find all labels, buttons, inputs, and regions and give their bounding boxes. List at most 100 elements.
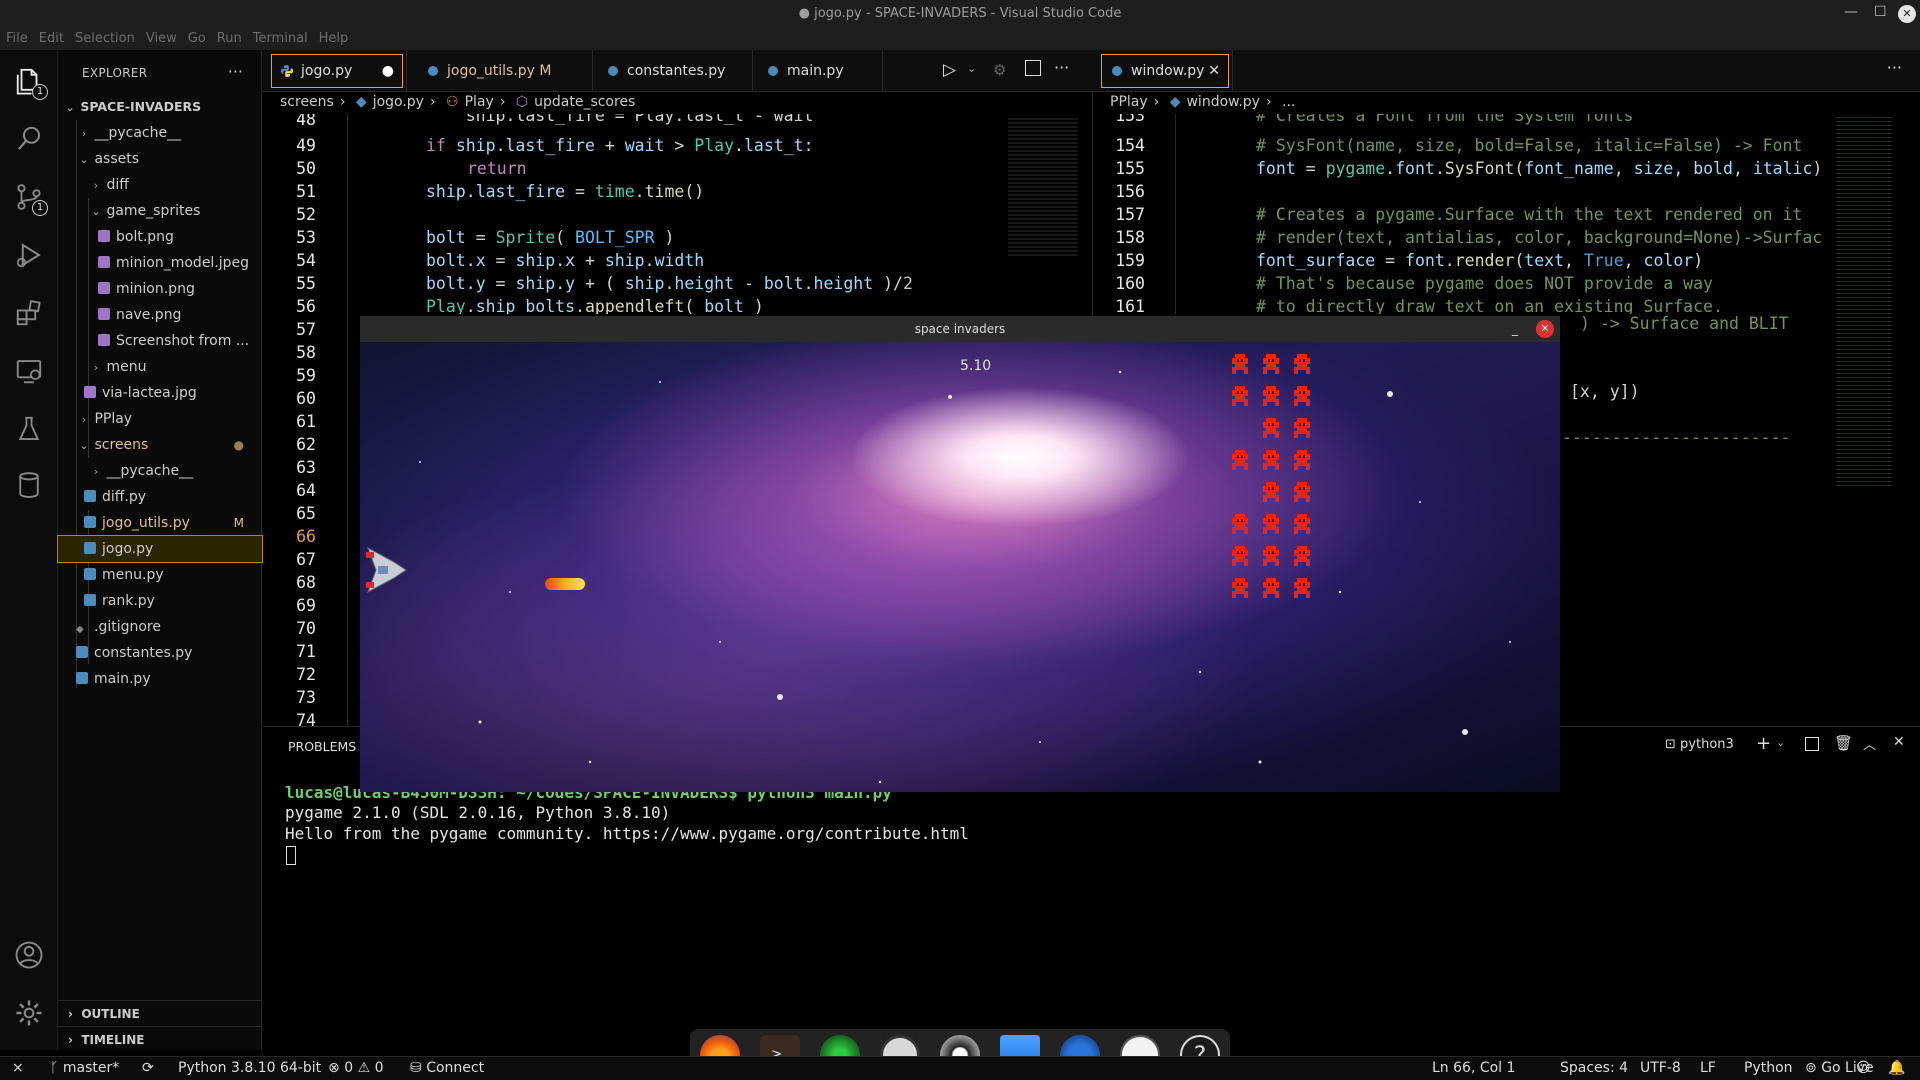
maximize-panel-icon[interactable]: ︿ [1863,734,1876,753]
more-actions-icon[interactable]: ··· [1054,58,1069,77]
testing-activity[interactable] [14,414,44,444]
game-window[interactable]: space invaders _ ✕ 5.10 [360,316,1560,792]
tree-item-file[interactable]: main.py [58,666,262,692]
chevron-down-icon[interactable]: ⌄ [1776,736,1785,749]
tree-item-file-selected[interactable]: jogo.py [57,535,263,563]
menu-edit[interactable]: Edit [33,28,69,46]
trash-icon[interactable]: 🗑 [1834,734,1853,752]
breadcrumb-item[interactable]: window.py [1186,94,1259,110]
tree-item-file[interactable]: bolt.png [58,224,262,250]
tree-item-file[interactable]: via-lactea.jpg [58,380,262,406]
close-button[interactable]: ✕ [1536,320,1554,338]
tree-item-file[interactable]: Screenshot from ... [58,328,262,354]
tree-item-folder[interactable]: › __pycache__ [58,120,262,146]
more-actions-icon[interactable]: ··· [1887,58,1902,77]
cursor-position[interactable]: Ln 66, Col 1 [1432,1060,1515,1076]
tree-item-folder[interactable]: › PPlay [58,406,262,432]
remote-indicator-icon[interactable]: ⨯ [12,1060,24,1076]
sync-icon[interactable]: ⟳ [142,1060,154,1076]
feedback-icon[interactable]: ☺ [1856,1060,1871,1076]
maximize-button[interactable]: ☐ [1874,4,1887,20]
explorer-more-button[interactable]: ··· [228,62,243,81]
extensions-activity[interactable] [14,298,44,328]
source-control-activity[interactable]: 1 [14,182,48,216]
run-python-icon[interactable]: ▷ [943,60,956,80]
indentation[interactable]: Spaces: 4 [1560,1060,1628,1076]
menu-view[interactable]: View [140,28,182,46]
explorer-activity[interactable]: 1 [14,66,48,100]
problems-indicator[interactable]: ⊗ 0 ⚠ 0 [328,1060,384,1076]
game-canvas[interactable]: 5.10 [360,342,1560,792]
menu-help[interactable]: Help [313,28,354,46]
workspace-root[interactable]: ⌄ SPACE-INVADERS [58,94,262,120]
menu-terminal[interactable]: Terminal [247,28,313,46]
debug-icon[interactable]: ⚙ [993,61,1006,79]
right-code-area[interactable]: # Creates a Font from the System fonts #… [1256,114,1832,314]
connect-button[interactable]: ⛁ Connect [410,1060,484,1076]
end-of-line[interactable]: LF [1700,1060,1716,1076]
menu-selection[interactable]: Selection [69,28,140,46]
accounts-activity[interactable] [14,940,44,970]
close-panel-icon[interactable]: ✕ [1893,734,1905,750]
remote-explorer-activity[interactable] [14,356,44,386]
tree-item-file[interactable]: minion.png [58,276,262,302]
tree-item-folder[interactable]: › diff [58,172,262,198]
breadcrumb-item[interactable]: screens [280,94,334,110]
tab-jogo-py[interactable]: jogo.py ● [267,50,407,92]
python-interpreter[interactable]: Python 3.8.10 64-bit [178,1060,321,1076]
run-debug-activity[interactable] [14,240,44,270]
new-terminal-icon[interactable]: + [1756,733,1771,754]
breadcrumb-item[interactable]: Play [465,94,494,110]
tree-item-file[interactable]: menu.py [58,562,262,588]
database-activity[interactable] [14,470,44,500]
tab-constantes-py[interactable]: constantes.py [593,50,753,92]
notifications-bell-icon[interactable]: 🔔 [1888,1060,1905,1076]
tree-item-folder[interactable]: › __pycache__ [58,458,262,484]
invader-sprite [1230,448,1250,472]
outline-section[interactable]: › OUTLINE [58,1000,262,1026]
encoding[interactable]: UTF-8 [1640,1060,1681,1076]
breadcrumb-item[interactable]: jogo.py [373,94,424,110]
tree-item-file[interactable]: jogo_utils.py M [58,510,262,536]
left-minimap[interactable] [1008,116,1078,256]
tab-main-py[interactable]: main.py [753,50,883,92]
tree-item-file[interactable]: rank.py [58,588,262,614]
minimize-button[interactable]: _ [1512,316,1518,342]
tree-item-file[interactable]: ◆ .gitignore [58,614,262,640]
search-activity[interactable] [14,124,44,154]
code-line: Play.ship_bolts.appendleft( bolt ) [426,297,764,314]
tab-problems[interactable]: PROBLEMS [288,739,356,754]
invader-sprite [1261,576,1281,600]
terminal-selector[interactable]: ⊡ python3 [1665,737,1734,752]
split-editor-icon[interactable] [1025,60,1041,76]
close-button[interactable]: ✕ [1898,5,1916,23]
manage-activity[interactable] [14,998,44,1028]
tab-window-py[interactable]: window.py ✕ [1097,50,1233,92]
breadcrumb-item[interactable]: PPlay [1110,94,1148,110]
tree-item-file[interactable]: constantes.py [58,640,262,666]
unsaved-dot-icon[interactable]: ● [382,50,394,92]
menu-file[interactable]: File [0,28,33,46]
code-line: # Creates a Font from the System fonts [1256,114,1634,125]
tree-item-folder[interactable]: › menu [58,354,262,380]
right-minimap[interactable] [1836,116,1892,486]
breadcrumb-item[interactable]: update_scores [534,94,635,110]
close-tab-icon[interactable]: ✕ [1208,50,1220,92]
menu-run[interactable]: Run [211,28,247,46]
tab-jogo-utils-py[interactable]: jogo_utils.py M [413,50,593,92]
chevron-down-icon[interactable]: ⌄ [967,62,976,75]
tree-item-file[interactable]: diff.py [58,484,262,510]
tree-item-file[interactable]: nave.png [58,302,262,328]
tree-item-folder[interactable]: ⌄ assets [58,146,262,172]
minimize-button[interactable]: — [1844,4,1858,20]
left-code-area[interactable]: ship.last_fire = Play.last_t - wait if s… [426,114,1006,314]
menu-go[interactable]: Go [182,28,211,46]
split-terminal-icon[interactable] [1805,737,1819,751]
tree-item-folder[interactable]: ⌄ game_sprites [58,198,262,224]
breadcrumb-item[interactable]: ... [1282,94,1295,110]
language-mode[interactable]: Python [1744,1060,1793,1076]
tree-item-folder[interactable]: ⌄ screens ● [58,432,262,458]
branch-indicator[interactable]: ᚴ master* [50,1060,119,1076]
timeline-section[interactable]: › TIMELINE [58,1026,262,1052]
tree-item-file[interactable]: minion_model.jpeg [58,250,262,276]
